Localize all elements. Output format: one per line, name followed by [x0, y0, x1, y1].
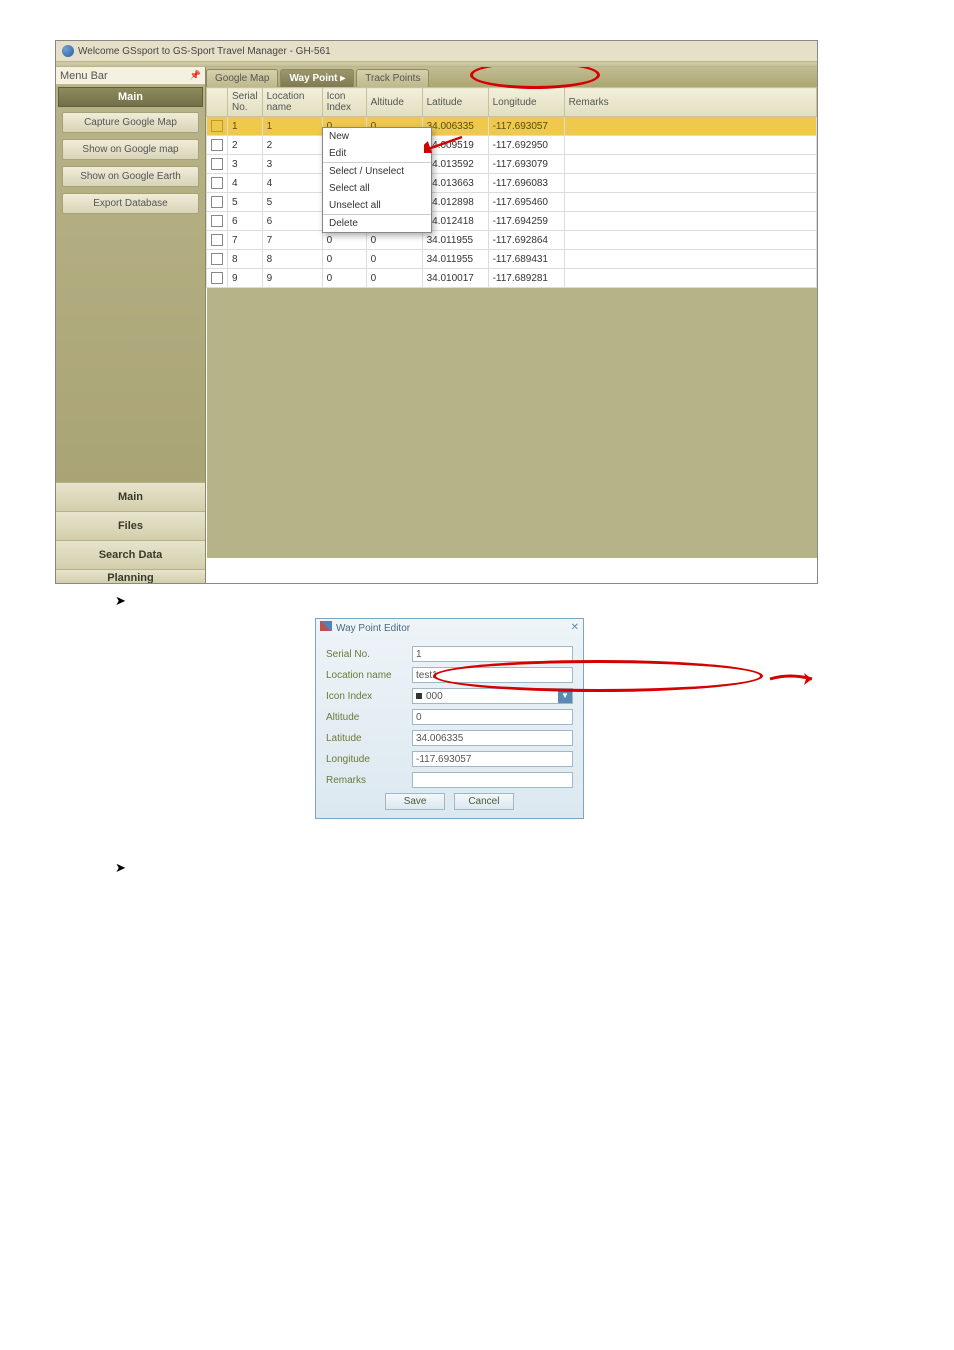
inp-longitude[interactable]: -117.693057: [412, 751, 573, 767]
row-checkbox[interactable]: [211, 253, 223, 265]
row-checkbox[interactable]: [211, 215, 223, 227]
waypoint-editor-dialog: Way Point Editor ✕ Serial No.1 Location …: [315, 618, 584, 819]
lbl-longitude: Longitude: [326, 754, 412, 765]
nav-files[interactable]: Files: [56, 511, 205, 540]
col-check: [207, 88, 228, 117]
col-location: Location name: [262, 88, 322, 117]
inp-icon-index[interactable]: 000▼: [412, 688, 573, 704]
col-latitude: Latitude: [422, 88, 488, 117]
lbl-serial: Serial No.: [326, 649, 412, 660]
tab-google-map[interactable]: Google Map: [206, 69, 278, 87]
inp-latitude[interactable]: 34.006335: [412, 730, 573, 746]
col-serial: Serial No.: [228, 88, 263, 117]
lbl-icon-index: Icon Index: [326, 691, 412, 702]
row-checkbox[interactable]: [211, 120, 223, 132]
pin-icon[interactable]: 📌: [190, 70, 201, 81]
row-checkbox[interactable]: [211, 272, 223, 284]
table-row[interactable]: 880034.011955-117.689431: [207, 250, 817, 269]
ctx-select-all[interactable]: Select all: [323, 180, 431, 197]
dialog-container: Way Point Editor ✕ Serial No.1 Location …: [315, 618, 605, 819]
app-body: Menu Bar 📌 Main Capture Google Map Show …: [56, 67, 817, 583]
save-button[interactable]: Save: [385, 793, 445, 810]
row-checkbox[interactable]: [211, 196, 223, 208]
lbl-remarks: Remarks: [326, 775, 412, 786]
inp-location[interactable]: test1: [412, 667, 573, 683]
table-row[interactable]: 770034.011955-117.692864: [207, 231, 817, 250]
nav-planning[interactable]: Planning: [56, 569, 205, 583]
dropdown-icon[interactable]: ▼: [558, 689, 572, 703]
nav-accordion: Main Files Search Data Planning: [56, 482, 205, 583]
waypoints-table: Serial No. Location name Icon Index Alti…: [206, 87, 817, 558]
dialog-titlebar: Way Point Editor ✕: [316, 619, 583, 636]
row-checkbox[interactable]: [211, 158, 223, 170]
tab-track-points[interactable]: Track Points: [356, 69, 429, 87]
menubar-header: Menu Bar 📌: [56, 67, 205, 85]
content-area: Google Map Way Point ▸ Track Points Seri…: [206, 67, 817, 583]
btn-export-database[interactable]: Export Database: [62, 193, 199, 214]
table-row[interactable]: 110034.006335-117.693057: [207, 117, 817, 136]
table-row[interactable]: 3334.013592-117.693079: [207, 155, 817, 174]
ctx-delete[interactable]: Delete: [323, 215, 431, 232]
ctx-new[interactable]: New: [323, 128, 431, 145]
dialog-body: Serial No.1 Location nametest1 Icon Inde…: [316, 636, 583, 818]
cancel-button[interactable]: Cancel: [454, 793, 514, 810]
dialog-title: Way Point Editor: [336, 623, 410, 634]
table-row[interactable]: 4434.013663-117.696083: [207, 174, 817, 193]
inp-remarks[interactable]: [412, 772, 573, 788]
ctx-select-unselect[interactable]: Select / Unselect: [323, 163, 431, 180]
lbl-latitude: Latitude: [326, 733, 412, 744]
row-checkbox[interactable]: [211, 234, 223, 246]
btn-show-google-map[interactable]: Show on Google map: [62, 139, 199, 160]
row-checkbox[interactable]: [211, 177, 223, 189]
lbl-altitude: Altitude: [326, 712, 412, 723]
sidebar: Menu Bar 📌 Main Capture Google Map Show …: [56, 67, 206, 583]
close-icon[interactable]: ✕: [571, 622, 579, 633]
ctx-edit[interactable]: Edit: [323, 145, 431, 162]
table-row[interactable]: 2234.009519-117.692950: [207, 136, 817, 155]
context-menu: New Edit Select / Unselect Select all Un…: [322, 127, 432, 233]
col-longitude: Longitude: [488, 88, 564, 117]
col-remarks: Remarks: [564, 88, 816, 117]
lbl-location: Location name: [326, 670, 412, 681]
nav-search-data[interactable]: Search Data: [56, 540, 205, 569]
tab-bar: Google Map Way Point ▸ Track Points: [206, 67, 817, 87]
nav-main[interactable]: Main: [56, 482, 205, 511]
btn-capture-google-map[interactable]: Capture Google Map: [62, 112, 199, 133]
table-row[interactable]: 6634.012418-117.694259: [207, 212, 817, 231]
inp-altitude[interactable]: 0: [412, 709, 573, 725]
window-title: Welcome GSsport to GS-Sport Travel Manag…: [78, 46, 331, 57]
bullet-1: ➤: [115, 592, 954, 610]
col-altitude: Altitude: [366, 88, 422, 117]
table-row[interactable]: 5534.012898-117.695460: [207, 193, 817, 212]
table-area: Serial No. Location name Icon Index Alti…: [206, 87, 817, 583]
tab-way-point[interactable]: Way Point ▸: [280, 69, 354, 87]
btn-show-google-earth[interactable]: Show on Google Earth: [62, 166, 199, 187]
app-icon: [62, 45, 74, 57]
col-icon-index: Icon Index: [322, 88, 366, 117]
annotation-oval-tabs: [470, 67, 600, 89]
row-checkbox[interactable]: [211, 139, 223, 151]
title-bar: Welcome GSsport to GS-Sport Travel Manag…: [56, 41, 817, 61]
app-window: Welcome GSsport to GS-Sport Travel Manag…: [55, 40, 818, 584]
ctx-unselect-all[interactable]: Unselect all: [323, 197, 431, 214]
bullet-2: ➤: [115, 859, 954, 877]
dialog-icon: [320, 621, 332, 631]
table-row[interactable]: 990034.010017-117.689281: [207, 269, 817, 288]
dialog-buttons: Save Cancel: [326, 793, 573, 810]
inp-serial[interactable]: 1: [412, 646, 573, 662]
sidebar-main-header: Main: [58, 87, 203, 107]
